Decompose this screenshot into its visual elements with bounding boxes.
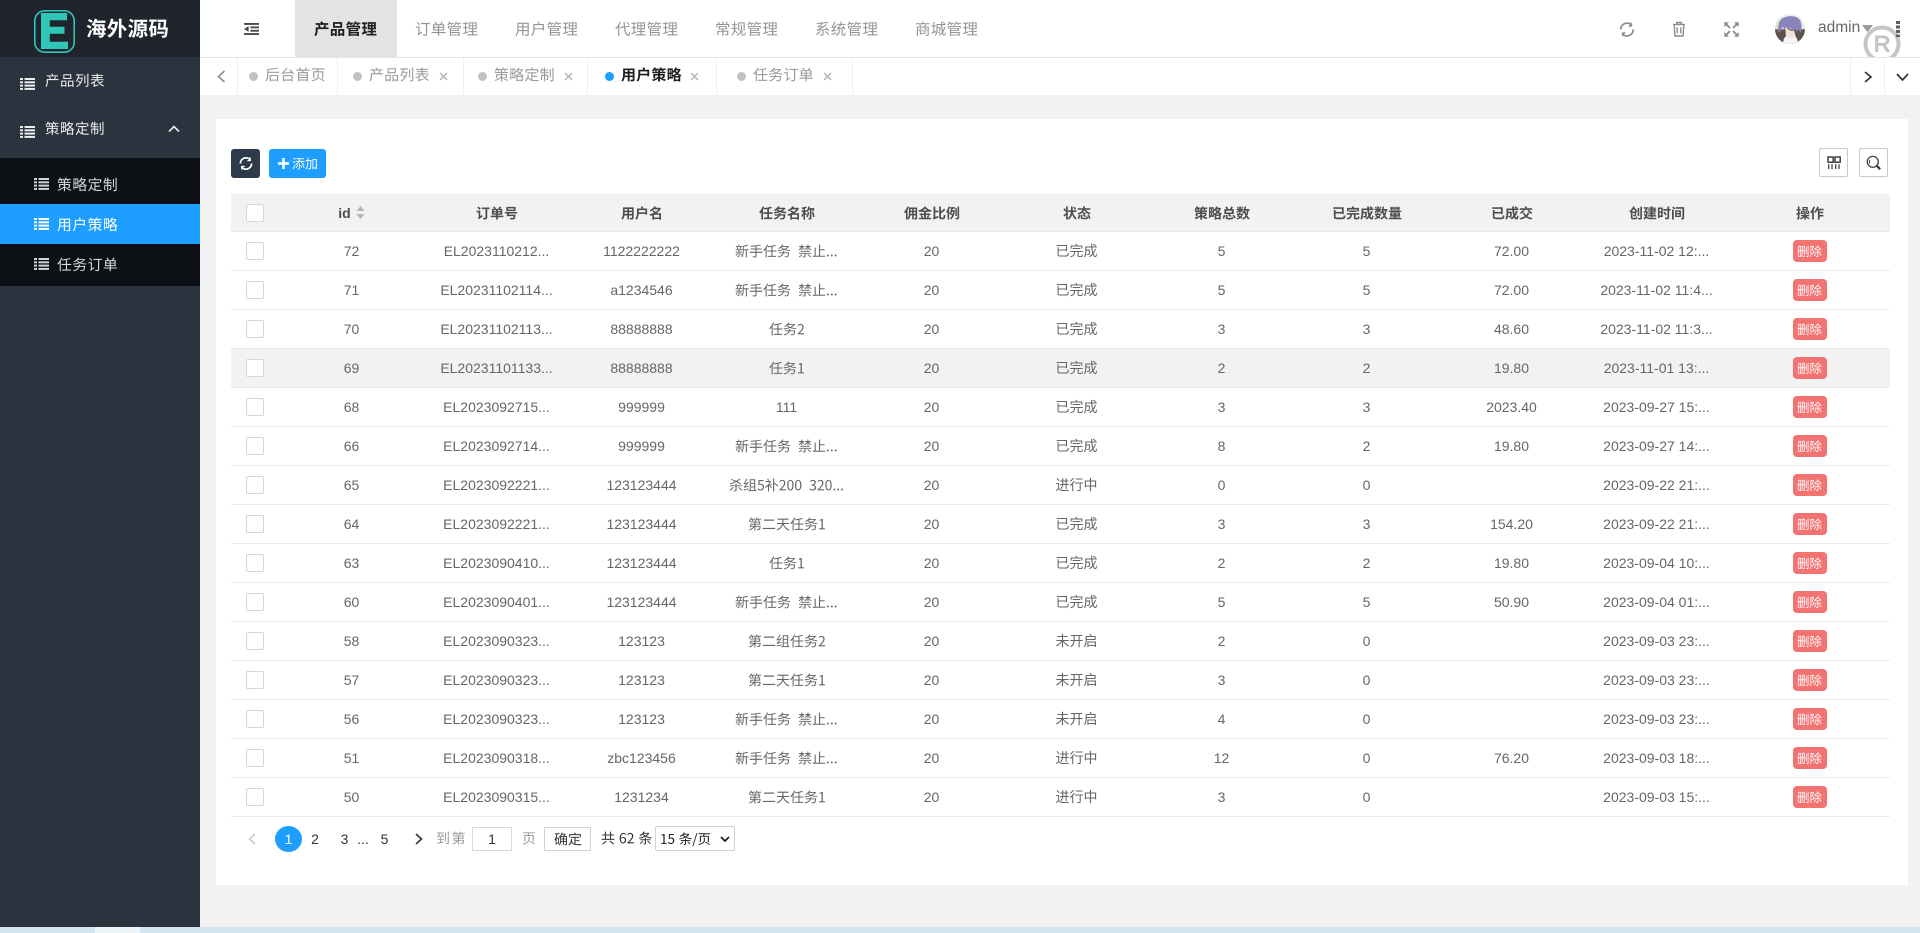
svg-text:R: R — [1873, 31, 1890, 58]
